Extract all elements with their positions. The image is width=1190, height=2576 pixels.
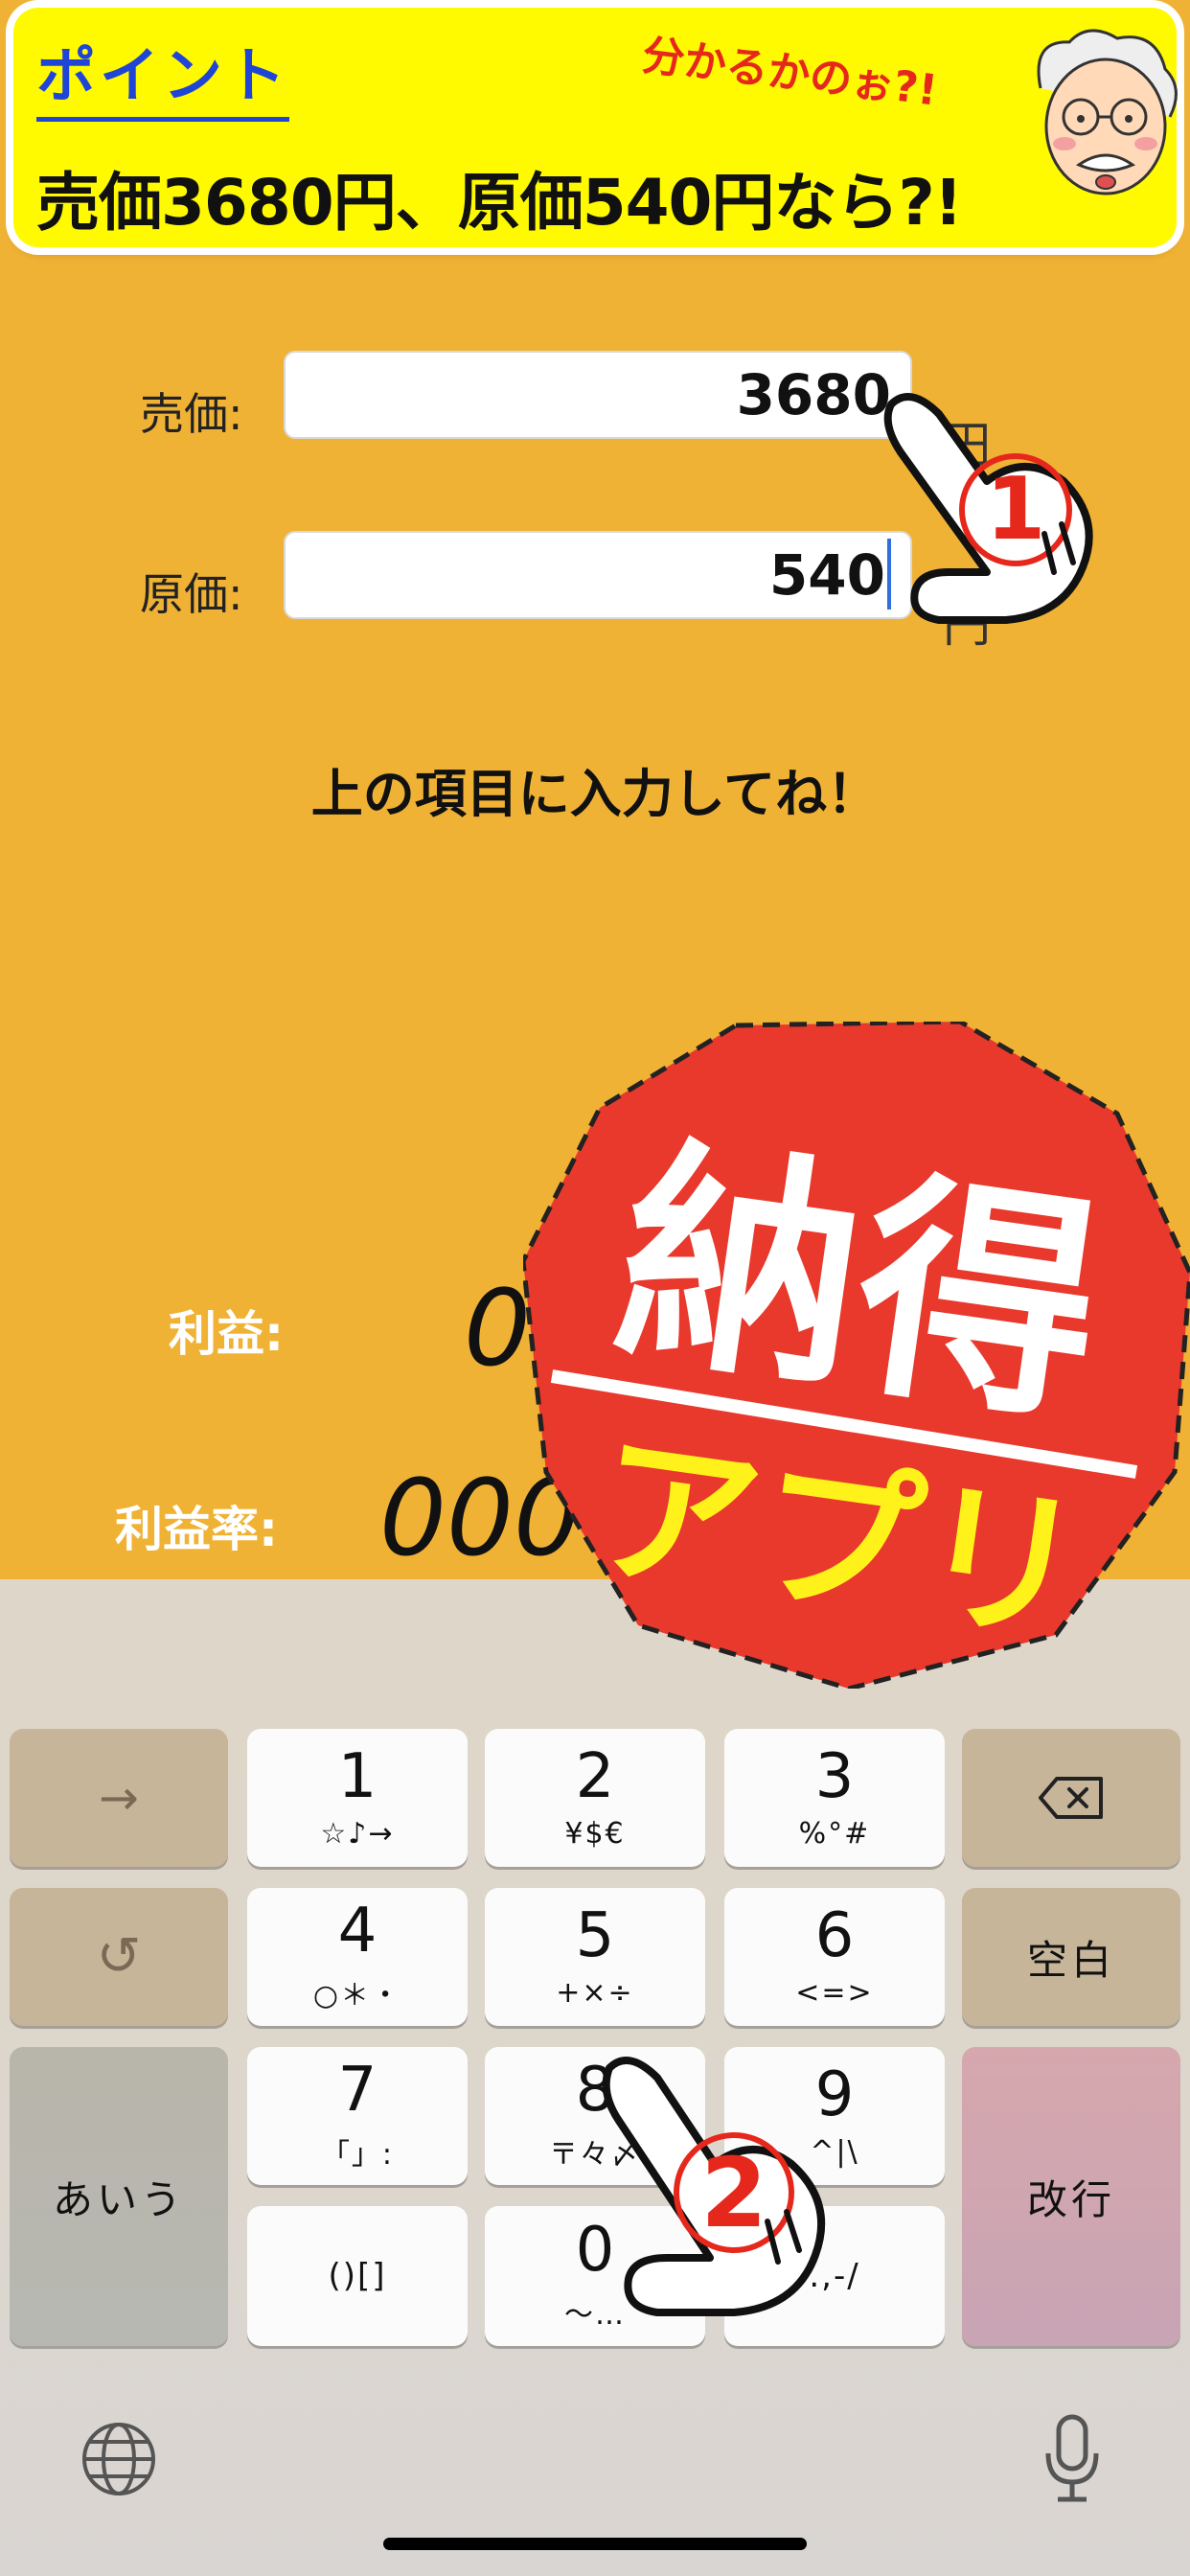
space-key[interactable]: 空白 [962, 1888, 1180, 2026]
banner-catchphrase: 分かるかのぉ?! [639, 31, 940, 116]
helper-text: 上の項目に入力してね！ [310, 764, 880, 824]
nattoku-app-stamp: 納得 アプリ [523, 1022, 1190, 1689]
point-banner: ポイント 分かるかのぉ?! 売価3680円、原価540円なら?! [13, 8, 1178, 247]
key-3[interactable]: 3 %°# [724, 1729, 945, 1867]
backspace-icon [1039, 1777, 1103, 1819]
cost-price-input[interactable]: 540 [284, 531, 912, 619]
delete-key[interactable] [962, 1729, 1180, 1867]
banner-question: 売価3680円、原価540円なら?! [36, 166, 963, 240]
undo-key[interactable]: ↺ [10, 1888, 228, 2026]
key-brackets[interactable]: ()[] [247, 2206, 468, 2346]
key-7[interactable]: 7 「」: [247, 2047, 468, 2185]
kana-key[interactable]: あいう [10, 2047, 228, 2346]
sell-price-input[interactable]: 3680 [284, 351, 912, 439]
marker-2: 2 [700, 2137, 767, 2249]
sell-price-label: 売価: [140, 388, 243, 440]
key-2[interactable]: 2 ¥$€ [485, 1729, 705, 1867]
key-4[interactable]: 4 ○＊・ [247, 1888, 468, 2026]
cost-price-label: 原価: [140, 568, 243, 620]
home-indicator [383, 2538, 807, 2550]
profit-label: 利益: [169, 1306, 284, 1362]
professor-illustration [1037, 29, 1178, 196]
key-1[interactable]: 1 ☆♪→ [247, 1729, 468, 1867]
microphone-icon[interactable] [1042, 2413, 1102, 2505]
key-6[interactable]: 6 <=> [724, 1888, 945, 2026]
marker-1: 1 [986, 459, 1046, 560]
profit-rate-label: 利益率: [115, 1502, 278, 1557]
arrow-key[interactable]: → [10, 1729, 228, 1867]
enter-key[interactable]: 改行 [962, 2047, 1180, 2346]
profit-value: 0 [464, 1267, 531, 1390]
banner-title: ポイント [36, 27, 290, 122]
pointing-hand-icon: 1 [883, 393, 1093, 624]
key-5[interactable]: 5 +×÷ [485, 1888, 705, 2026]
pointing-hand-icon: 2 [602, 2057, 826, 2316]
globe-icon[interactable] [80, 2421, 157, 2497]
